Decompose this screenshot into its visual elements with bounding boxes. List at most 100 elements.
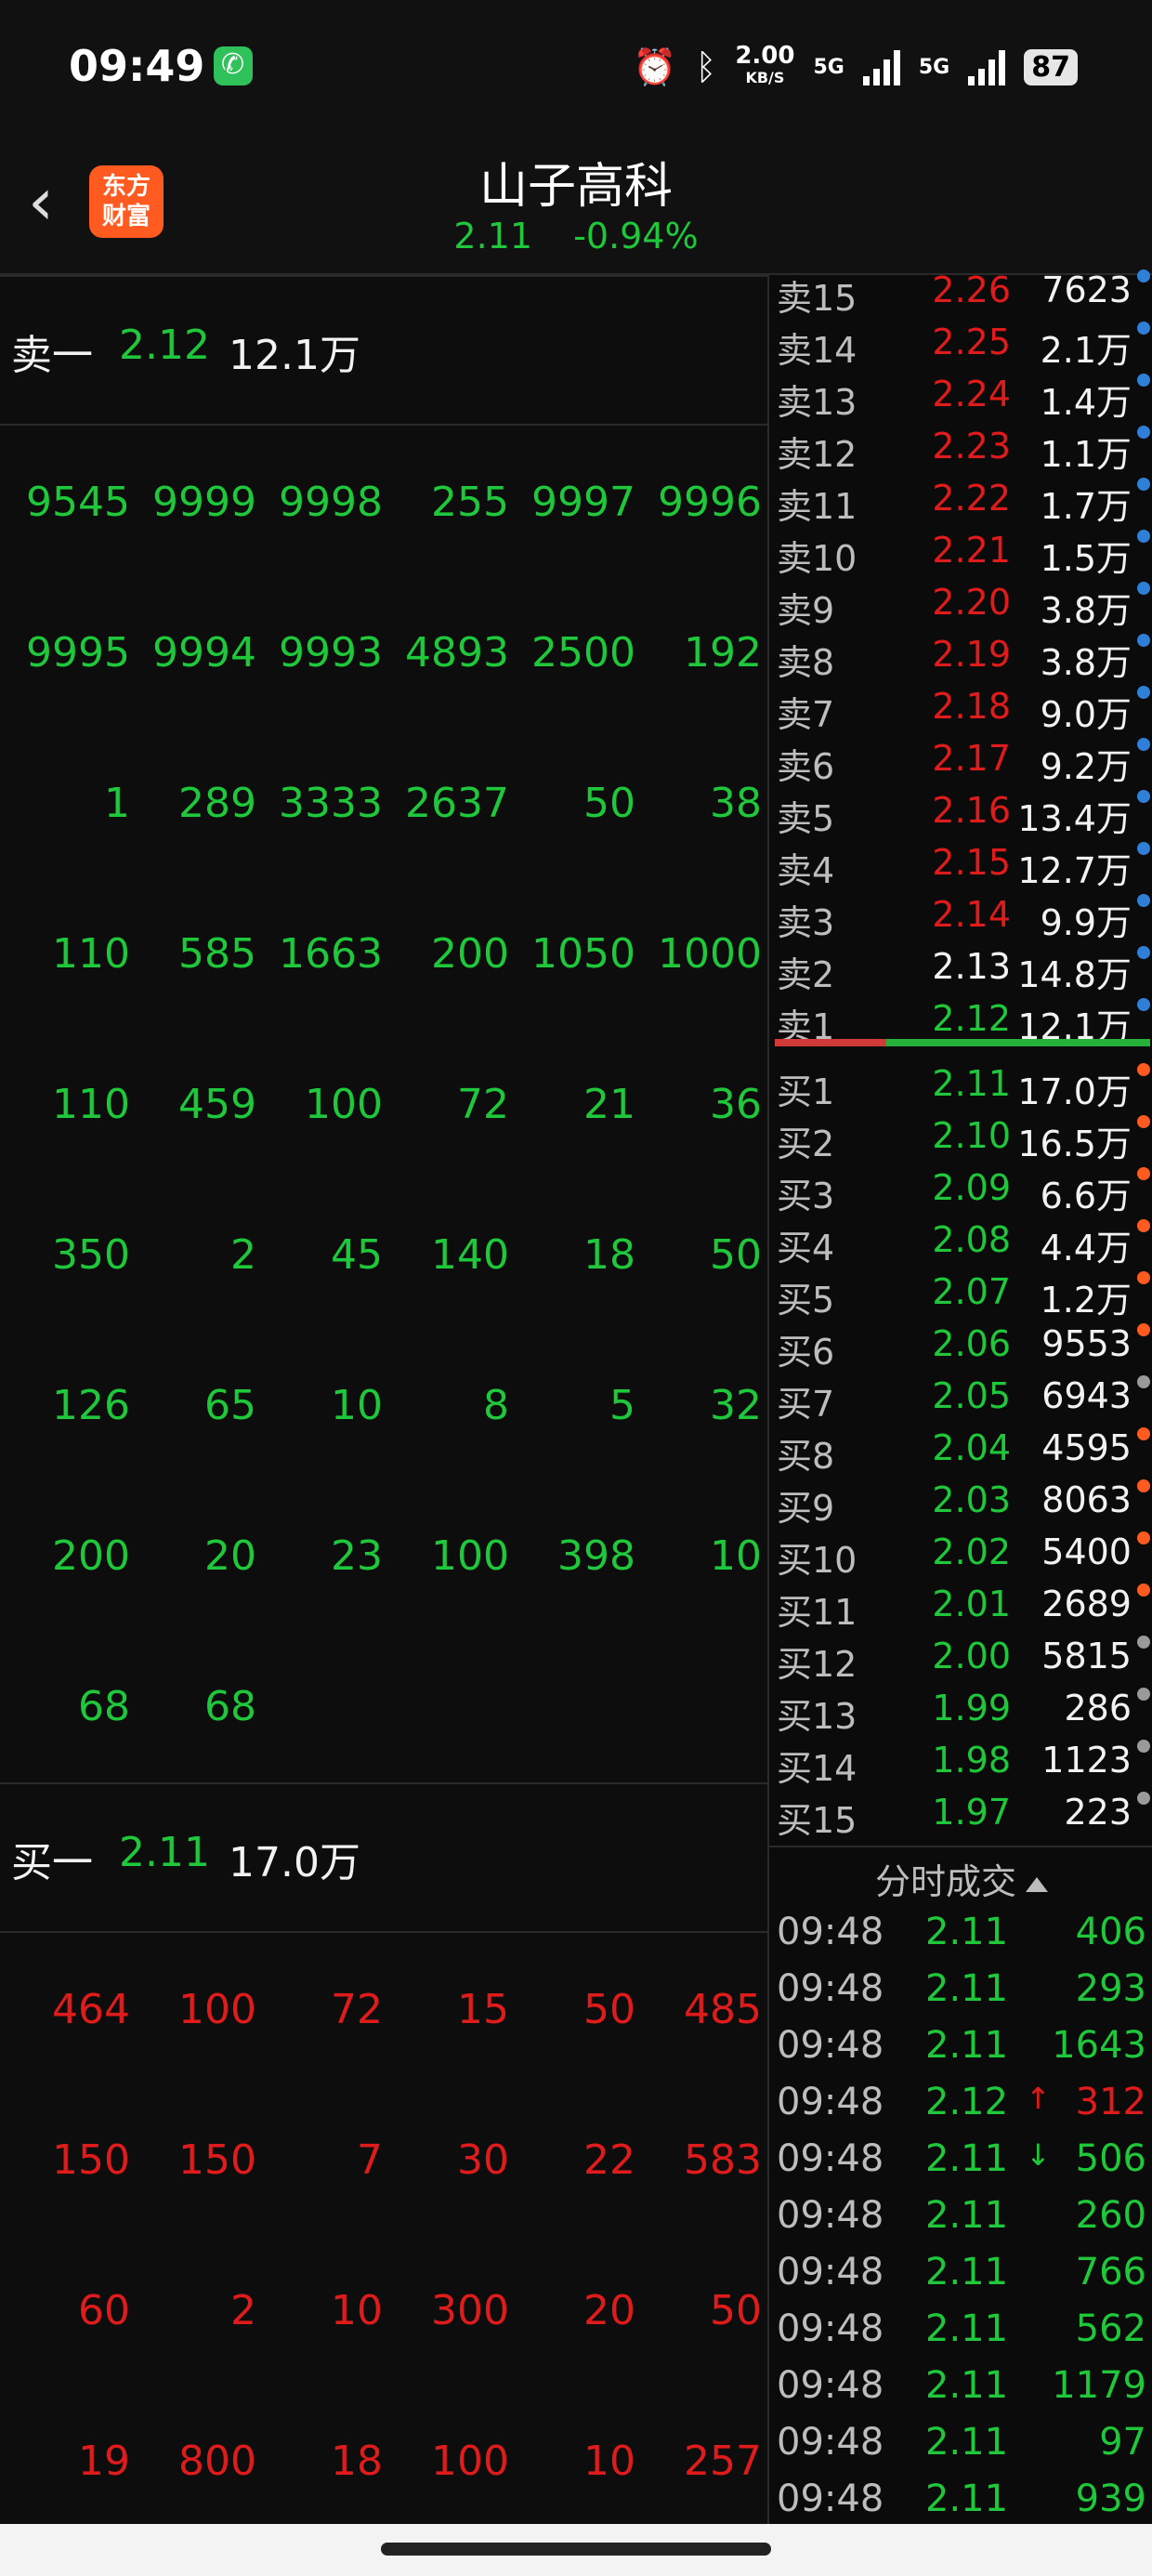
buy-level-row[interactable]: 买10 2.02 5400 <box>769 1526 1152 1581</box>
sell-level-volume: 9.0万 <box>1040 694 1132 735</box>
sell-level-row[interactable]: 卖2 2.13 14.8万 <box>769 940 1152 995</box>
buy1-volume: 17.0万 <box>229 1839 360 1886</box>
order-dot-icon <box>1137 738 1150 751</box>
sell-order-cell: 9993 <box>279 629 383 677</box>
sell-level-volume: 7623 <box>1041 269 1132 310</box>
buy-level-row[interactable]: 买1 2.11 17.0万 <box>769 1058 1152 1112</box>
trades-title: 分时成交 <box>874 1861 1016 1902</box>
sell-level-volume: 1.4万 <box>1040 382 1132 423</box>
price-change: -0.94% <box>573 216 699 256</box>
buy-level-volume: 6943 <box>1041 1375 1132 1416</box>
buy-level-row[interactable]: 买3 2.09 6.6万 <box>769 1162 1152 1216</box>
buy-order-cell: 257 <box>684 2438 762 2485</box>
sell-order-row: 9995 9994 9993 4893 2500 192 <box>0 578 767 729</box>
sell-level-row[interactable]: 卖8 2.19 3.8万 <box>769 628 1152 683</box>
trade-row: 09:48 2.11 260 <box>769 2187 1152 2243</box>
sell-level-price: 2.19 <box>932 634 1011 675</box>
buy-level-price: 2.05 <box>932 1375 1011 1416</box>
sell-level-row[interactable]: 卖5 2.16 13.4万 <box>769 784 1152 839</box>
order-dot-icon <box>1137 478 1150 491</box>
buy-level-volume: 16.5万 <box>1017 1124 1132 1164</box>
sell-level-row[interactable]: 卖6 2.17 9.2万 <box>769 732 1152 787</box>
sell-level-price: 2.26 <box>932 269 1011 310</box>
sell-order-cell: 126 <box>52 1382 130 1429</box>
buy-level-row[interactable]: 买5 2.07 1.2万 <box>769 1266 1152 1321</box>
sell-level-row[interactable]: 卖4 2.15 12.7万 <box>769 836 1152 891</box>
sell-level-row[interactable]: 卖9 2.20 3.8万 <box>769 576 1152 631</box>
trade-time: 09:48 <box>777 2194 884 2237</box>
trade-price: 2.11 <box>925 2137 1009 2180</box>
buy-level-volume: 17.0万 <box>1017 1071 1132 1112</box>
sell-level-price: 2.17 <box>932 738 1011 779</box>
buy-level-row[interactable]: 买14 1.98 1123 <box>769 1734 1152 1789</box>
buy-level-row[interactable]: 买13 1.99 286 <box>769 1682 1152 1737</box>
trade-row: 09:48 2.11 1179 <box>769 2357 1152 2413</box>
buy-level-row[interactable]: 买11 2.01 2689 <box>769 1578 1152 1633</box>
phone-call-icon[interactable] <box>214 46 253 85</box>
buy-level-row[interactable]: 买6 2.06 9553 <box>769 1318 1152 1373</box>
sell-order-cell: 5 <box>609 1382 635 1429</box>
trade-volume: 562 <box>1075 2307 1146 2350</box>
trade-list[interactable]: 09:48 2.11 406 09:48 2.11 293 09:48 2.11 1643 09:… <box>769 1903 1152 2527</box>
sell-level-row[interactable]: 卖12 2.23 1.1万 <box>769 420 1152 475</box>
sell-level-row[interactable]: 卖15 2.26 7623 <box>769 264 1152 319</box>
sell-order-cell: 200 <box>52 1532 130 1580</box>
trade-row: 09:48 2.11 97 <box>769 2413 1152 2470</box>
buy-level-row[interactable]: 买9 2.03 8063 <box>769 1474 1152 1529</box>
buy-level-name: 买13 <box>777 1696 857 1737</box>
buy-level-volume: 286 <box>1064 1688 1132 1728</box>
order-dot-icon <box>1137 1271 1150 1284</box>
order-dot-icon <box>1137 790 1150 803</box>
sell-order-book[interactable]: 卖15 2.26 7623 卖14 2.25 2.1万 卖13 2.24 1.4万 卖12 2.23… <box>769 264 1152 1047</box>
sell-level-row[interactable]: 卖7 2.18 9.0万 <box>769 680 1152 735</box>
sell-order-cell: 459 <box>178 1081 256 1128</box>
sell1-price: 2.12 <box>119 322 210 369</box>
sell-order-cell: 350 <box>52 1231 130 1279</box>
sell-order-cell: 192 <box>684 629 762 677</box>
buy-level-row[interactable]: 买15 1.97 223 <box>769 1786 1152 1841</box>
buy-level-name: 买4 <box>777 1228 835 1268</box>
buy-level-row[interactable]: 买12 2.00 5815 <box>769 1630 1152 1685</box>
sell-level-row[interactable]: 卖14 2.25 2.1万 <box>769 316 1152 371</box>
sell-level-name: 卖4 <box>777 850 835 891</box>
trade-price: 2.11 <box>925 1967 1009 2010</box>
order-dot-icon <box>1137 1584 1150 1597</box>
sell-level-row[interactable]: 卖10 2.21 1.5万 <box>769 524 1152 579</box>
buy-level-volume: 1123 <box>1041 1740 1132 1781</box>
stock-name: 山子高科 <box>478 159 673 215</box>
signal-bars-icon <box>968 48 1006 85</box>
order-dot-icon <box>1137 1323 1150 1336</box>
trade-price: 2.11 <box>925 1911 1009 1953</box>
buy-order-cell: 150 <box>178 2136 256 2184</box>
sell-level-row[interactable]: 卖13 2.24 1.4万 <box>769 368 1152 423</box>
order-dot-icon <box>1137 1115 1150 1128</box>
sell-order-cell: 23 <box>331 1532 383 1580</box>
buy-order-book[interactable]: 买1 2.11 17.0万 买2 2.10 16.5万 买3 2.09 6.6万 买4 2.08 4.… <box>769 1058 1152 1841</box>
sell-level-row[interactable]: 卖1 2.12 12.1万 <box>769 992 1152 1047</box>
trade-price: 2.11 <box>925 2194 1009 2237</box>
buy-level-price: 2.11 <box>932 1063 1011 1104</box>
buy-level-row[interactable]: 买4 2.08 4.4万 <box>769 1214 1152 1268</box>
buy-level-volume: 9553 <box>1041 1323 1132 1364</box>
sell-level-name: 卖12 <box>777 434 857 475</box>
order-dot-icon <box>1137 426 1150 439</box>
order-dot-icon <box>1137 1792 1150 1805</box>
order-dot-icon <box>1137 374 1150 387</box>
buy-order-row: 19 800 18 100 10 257 <box>0 2386 767 2537</box>
trade-price: 2.12 <box>925 2081 1009 2123</box>
home-handle[interactable] <box>381 2543 771 2556</box>
buy-level-name: 买12 <box>777 1644 857 1685</box>
buy-level-row[interactable]: 买2 2.10 16.5万 <box>769 1110 1152 1164</box>
sell-level-row[interactable]: 卖11 2.22 1.7万 <box>769 472 1152 527</box>
buy-level-row[interactable]: 买8 2.04 4595 <box>769 1422 1152 1477</box>
buy1-price: 2.11 <box>119 1829 210 1876</box>
sell-level-row[interactable]: 卖3 2.14 9.9万 <box>769 888 1152 943</box>
sell-level-volume: 12.7万 <box>1017 850 1132 891</box>
buy-order-cell: 30 <box>457 2136 509 2184</box>
signal-bars-icon <box>862 48 900 85</box>
buy-level-row[interactable]: 买7 2.05 6943 <box>769 1370 1152 1425</box>
sell-order-cell: 200 <box>431 930 509 978</box>
sell-order-cell: 9999 <box>152 479 256 526</box>
trades-header[interactable]: 分时成交 <box>769 1846 1152 1902</box>
sell-order-cell <box>509 1632 635 1782</box>
